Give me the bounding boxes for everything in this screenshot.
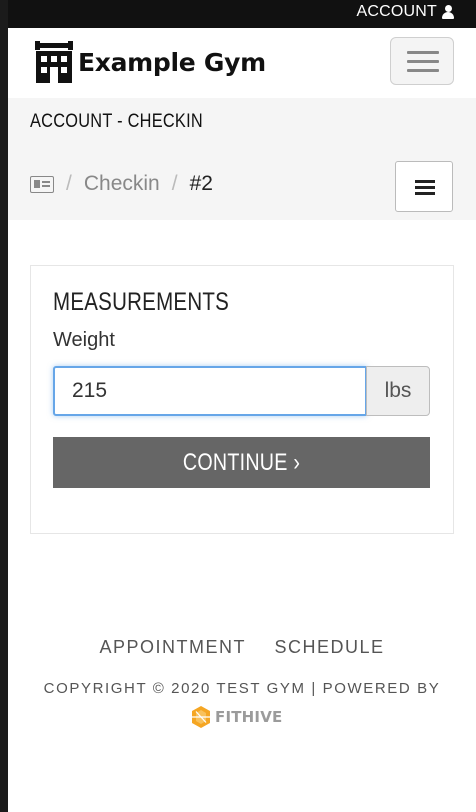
breadcrumb-current: #2 [189, 172, 213, 195]
hive-logo-icon [192, 706, 210, 728]
footer-link-appointment[interactable]: APPOINTMENT [99, 637, 246, 657]
top-bar: ACCOUNT [0, 0, 476, 28]
panel-title: MEASUREMENTS [53, 288, 230, 316]
continue-label: CONTINUE › [182, 448, 301, 476]
breadcrumb: / Checkin / #2 [30, 172, 213, 196]
copyright: COPYRIGHT © 2020 TEST GYM | POWERED BY [43, 680, 441, 697]
footer-links: APPOINTMENT SCHEDULE [8, 637, 476, 658]
breadcrumb-separator: / [171, 172, 178, 195]
hamburger-button[interactable] [390, 37, 454, 85]
continue-button[interactable]: CONTINUE › [53, 437, 430, 488]
menu-icon [415, 180, 435, 183]
menu-icon-line [415, 192, 435, 195]
page-header: ACCOUNT - CHECKIN [8, 98, 476, 148]
measurements-panel: MEASUREMENTS Weight lbs CONTINUE › [30, 265, 454, 534]
navbar: Example Gym [8, 28, 476, 98]
menu-button[interactable] [395, 161, 453, 212]
powered-by-logo[interactable]: FITHIVE [190, 705, 282, 729]
id-card-icon[interactable] [30, 175, 54, 193]
window-edge [0, 0, 8, 812]
page-title: ACCOUNT - CHECKIN [30, 111, 203, 132]
hamburger-icon-line [407, 69, 439, 72]
gym-building-icon [35, 41, 73, 83]
weight-label: Weight [53, 329, 115, 351]
powered-logo-text: FITHIVE [215, 708, 283, 726]
brand-name: Example Gym [78, 47, 266, 77]
account-label: ACCOUNT [356, 3, 437, 20]
footer-link-schedule[interactable]: SCHEDULE [275, 637, 385, 657]
hamburger-icon-line [407, 60, 439, 63]
breadcrumb-bar: / Checkin / #2 [8, 148, 476, 220]
brand-logo[interactable]: Example Gym [32, 40, 266, 84]
weight-input[interactable] [53, 366, 367, 416]
weight-unit: lbs [366, 366, 430, 416]
breadcrumb-separator: / [66, 172, 72, 195]
breadcrumb-checkin[interactable]: Checkin [84, 172, 160, 196]
user-icon [442, 5, 454, 19]
hamburger-icon [407, 51, 439, 54]
menu-icon-line [415, 186, 435, 189]
account-link[interactable]: ACCOUNT [356, 3, 454, 21]
